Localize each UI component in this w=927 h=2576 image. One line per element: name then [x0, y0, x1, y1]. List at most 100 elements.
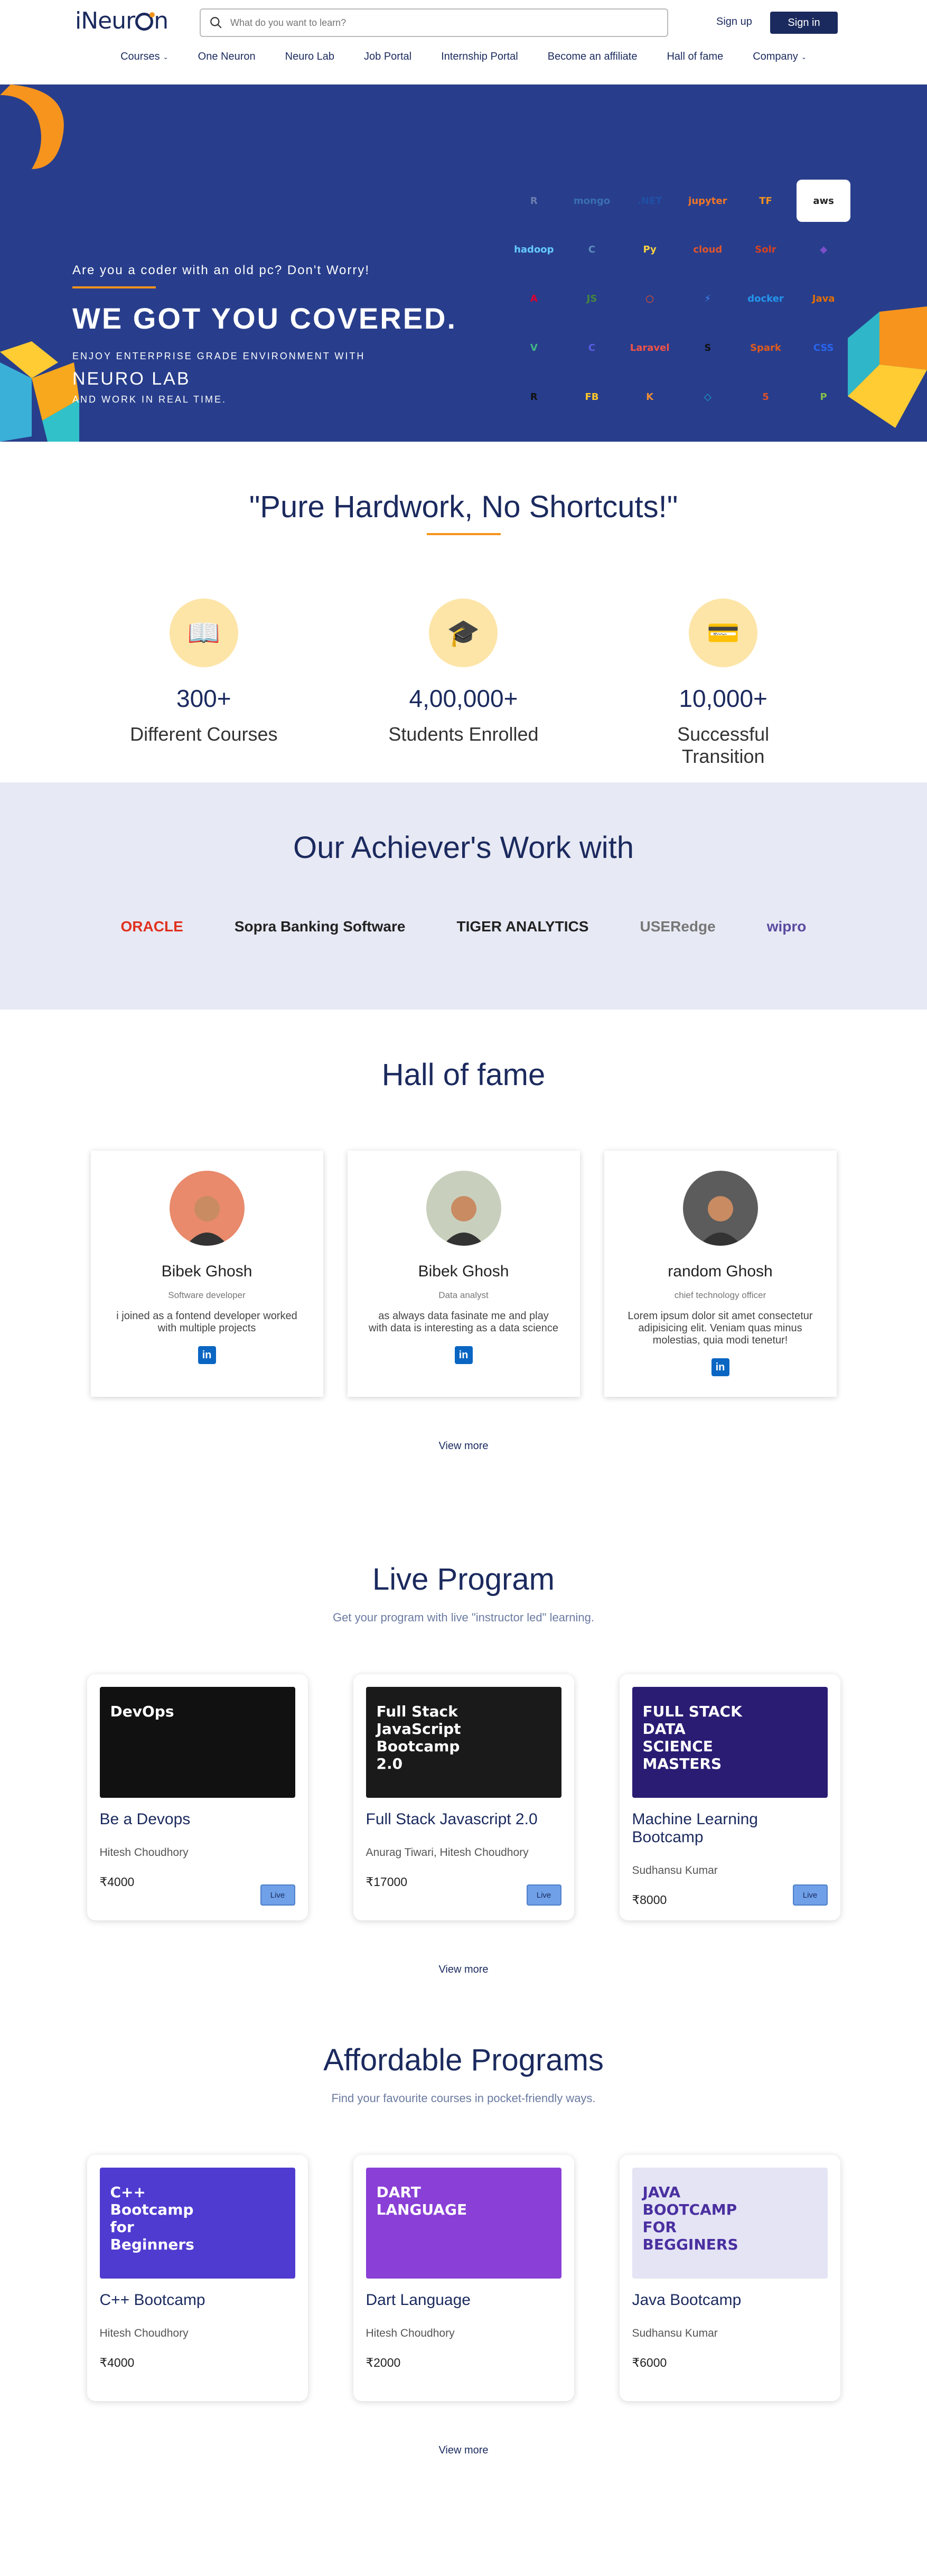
tech-logo: OpenCV [623, 425, 677, 442]
tech-logo: C [588, 244, 596, 256]
company-logos: ORACLE Sopra Banking Software TIGER ANALYT… [0, 918, 927, 935]
course-title[interactable]: Machine Learning Bootcamp [632, 1810, 828, 1846]
stat-label: Students Enrolled [388, 723, 539, 745]
live-title: Live Program [372, 1562, 555, 1597]
affordable-view-more[interactable]: View more [0, 2444, 927, 2457]
nav-item-internship-portal[interactable]: Internship Portal [426, 51, 533, 63]
course-card[interactable]: Full Stack JavaScript Bootcamp 2.0 Full S… [353, 1674, 574, 1920]
company-logo: TIGER ANALYTICS [456, 918, 589, 935]
nav-label: Become an affiliate [547, 51, 638, 62]
tech-logo: hadoop [514, 244, 554, 256]
tech-logo: jupyter [688, 195, 727, 207]
hero-rule [72, 286, 156, 288]
nav-item-hall-of-fame[interactable]: Hall of fame [652, 51, 738, 63]
course-title[interactable]: Be a Devops [100, 1810, 295, 1828]
course-price: ₹6000 [632, 2356, 667, 2369]
stat-item: 📖 300+ Different Courses [119, 599, 288, 768]
course-card[interactable]: DevOps Be a Devops Hitesh Choudhory ₹4000 Li… [87, 1674, 308, 1920]
person-description: i joined as a fontend developer worked w… [116, 1310, 297, 1334]
tech-logo: .NET [637, 195, 662, 207]
tech-logo: Laravel [630, 342, 670, 354]
tech-logo: CSS [813, 342, 834, 354]
nav-item-job-portal[interactable]: Job Portal [349, 51, 426, 63]
signup-link[interactable]: Sign up [716, 16, 752, 28]
tech-logo: ○ [645, 293, 654, 305]
hof-view-more[interactable]: View more [0, 1440, 927, 1452]
search-bar[interactable] [200, 8, 668, 37]
stat-number: 10,000+ [679, 685, 767, 712]
stat-number: 4,00,000+ [409, 685, 518, 712]
stat-icon: 💳 [689, 599, 758, 667]
linkedin-icon[interactable]: in [454, 1346, 473, 1364]
course-price: ₹4000 [99, 2356, 135, 2369]
stat-label: Successful Transition [677, 723, 770, 767]
stat-label: Different Courses [130, 723, 278, 745]
affordable-cards: C++ Bootcamp for Beginners C++ Bootcamp Hi… [0, 2155, 927, 2401]
thumbnail-text: DevOps [110, 1703, 174, 1720]
tech-logo-grid: Rmongo .NET jupyter TF aws hadoop C Py cloud Solr… [507, 180, 850, 442]
course-instructor: Sudhansu Kumar [632, 2327, 718, 2339]
linkedin-icon[interactable]: in [198, 1346, 216, 1364]
course-card[interactable]: FULL STACK DATA SCIENCE MASTERS Machine L… [619, 1674, 840, 1920]
avatar [426, 1171, 501, 1246]
tech-logo: A [530, 293, 538, 305]
hero-subtitle: Are you a coder with an old pc? Don't Wo… [72, 263, 370, 277]
live-badge: Live [792, 1884, 828, 1906]
course-price: ₹2000 [366, 2356, 401, 2369]
signin-button[interactable]: Sign in [770, 12, 838, 34]
tech-logo: Spark [750, 342, 781, 354]
stat-item: 🎓 4,00,000+ Students Enrolled [379, 599, 548, 768]
course-card[interactable]: DART LANGUAGE Dart Language Hitesh Choudho… [353, 2155, 574, 2401]
course-thumbnail: DART LANGUAGE [366, 2168, 561, 2279]
nav-label: Company [753, 51, 798, 62]
hero-line-1: ENJOY ENTERPRISE GRADE ENVIRONMENT WITH [72, 351, 366, 361]
avatar [169, 1171, 245, 1246]
tech-logo: 5 [762, 391, 769, 403]
nav-item-neuro-lab[interactable]: Neuro Lab [270, 51, 349, 63]
course-title[interactable]: Dart Language [366, 2291, 561, 2309]
thumbnail-text: C++ Bootcamp for Beginners [110, 2183, 194, 2253]
stat-icon: 🎓 [429, 599, 498, 667]
nav-item-become-an-affiliate[interactable]: Become an affiliate [533, 51, 652, 63]
live-view-more[interactable]: View more [0, 1964, 927, 1976]
person-role: Software developer [168, 1290, 246, 1300]
tech-logo: S [704, 342, 711, 354]
linkedin-icon[interactable]: in [711, 1358, 729, 1376]
course-instructor: Sudhansu Kumar [632, 1864, 718, 1877]
tech-logo: MySQL [507, 425, 561, 442]
tech-logo: mongo [573, 195, 611, 207]
live-subtitle: Get your program with live "instructor l… [333, 1611, 594, 1624]
course-card[interactable]: JAVA BOOTCAMP FOR BEGGINERS Java Bootcamp… [619, 2155, 840, 2401]
hero-line-3: AND WORK IN REAL TIME. [72, 394, 227, 405]
company-logo: ORACLE [120, 918, 183, 935]
course-thumbnail: JAVA BOOTCAMP FOR BEGGINERS [632, 2168, 828, 2279]
course-title[interactable]: C++ Bootcamp [100, 2291, 295, 2309]
course-title[interactable]: Java Bootcamp [632, 2291, 828, 2309]
ineuron-logo[interactable]: iNeur n [75, 7, 168, 34]
hero-line-2: NEURO LAB [72, 369, 191, 389]
tech-logo: C [588, 342, 596, 354]
tech-logo: Py [643, 244, 657, 256]
hof-card: Bibek Ghosh Software developer i joined as… [90, 1151, 323, 1397]
course-card[interactable]: C++ Bootcamp for Beginners C++ Bootcamp Hi… [87, 2155, 308, 2401]
main-nav: Courses ⌄ One Neuron Neuro Lab Job Portal Int… [0, 51, 927, 63]
tech-logo: R [530, 195, 538, 207]
nav-item-company[interactable]: Company ⌄ [738, 51, 821, 63]
course-thumbnail: C++ Bootcamp for Beginners [99, 2168, 295, 2279]
nav-item-courses[interactable]: Courses ⌄ [106, 51, 183, 63]
nav-label: Neuro Lab [285, 51, 335, 62]
nav-item-one-neuron[interactable]: One Neuron [183, 51, 270, 63]
stats-row: 📖 300+ Different Courses 🎓 4,00,000+ Students… [0, 599, 927, 768]
course-title[interactable]: Full Stack Javascript 2.0 [366, 1810, 561, 1828]
search-input[interactable] [230, 17, 667, 29]
nav-label: Internship Portal [441, 51, 518, 62]
live-program-section: Live Program Get your program with live … [0, 1514, 927, 1995]
course-instructor: Hitesh Choudhory [366, 2327, 455, 2339]
tech-logo: ◇ [704, 391, 711, 403]
affordable-title: Affordable Programs [323, 2043, 604, 2077]
stat-number: 300+ [176, 685, 231, 712]
tech-logo: V [530, 342, 538, 354]
quote-title: "Pure Hardwork, No Shortcuts!" [249, 490, 678, 524]
person-description: Lorem ipsum dolor sit amet consectetur a… [628, 1310, 813, 1346]
tech-logo: ⚡ [704, 293, 711, 305]
